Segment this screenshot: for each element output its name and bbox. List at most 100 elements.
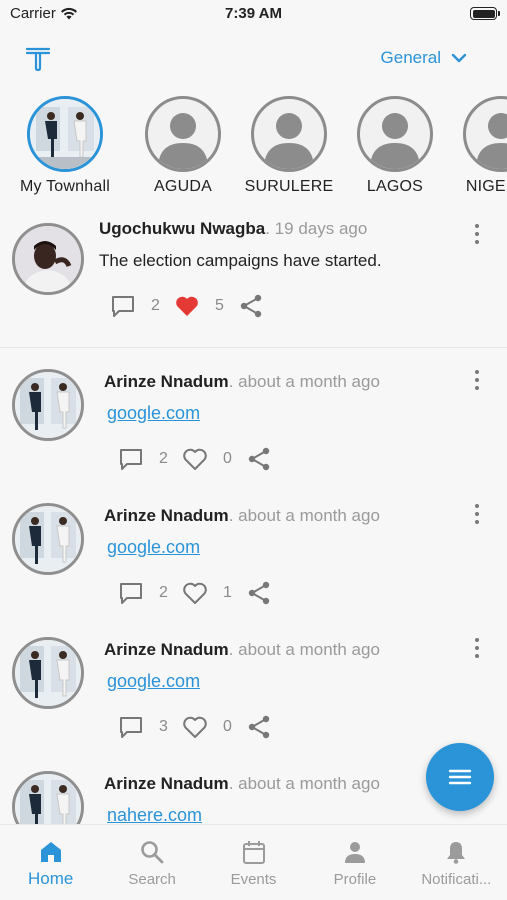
tab-label: Profile (333, 871, 377, 888)
author-name[interactable]: Arinze Nnadum (104, 774, 229, 793)
status-time: 7:39 AM (225, 5, 282, 22)
post-actions: 3 0 (117, 713, 273, 741)
story-lagos[interactable]: LAGOS (342, 96, 448, 201)
like-count: 1 (223, 584, 232, 601)
comment-icon[interactable] (117, 579, 145, 607)
author-avatar[interactable] (12, 637, 84, 709)
app-screen: Carrier 7:39 AM General My Townhall AGUD… (0, 0, 507, 900)
author-avatar[interactable] (12, 369, 84, 441)
heart-outline-icon[interactable] (181, 579, 209, 607)
author-avatar[interactable] (12, 223, 84, 295)
comment-count: 2 (159, 450, 168, 467)
post-actions: 2 1 (117, 579, 273, 607)
story-label: AGUDA (154, 178, 212, 195)
search-icon (141, 841, 164, 864)
post-card: Arinze Nnadum. about a month ago google.… (0, 616, 507, 750)
post-actions: 2 0 (117, 445, 273, 473)
post-text: The election campaigns have started. (99, 251, 382, 270)
post-link[interactable]: google.com (107, 403, 200, 424)
post-card: Arinze Nnadum. about a month ago google.… (0, 482, 507, 616)
chevron-down-icon (451, 53, 467, 63)
story-label: NIGERI... (465, 178, 507, 195)
author-avatar[interactable] (12, 771, 84, 825)
tab-label: Home (28, 869, 74, 888)
comment-icon[interactable] (117, 445, 145, 473)
share-icon[interactable] (237, 292, 265, 320)
more-options-icon[interactable] (473, 638, 481, 660)
comment-icon[interactable] (117, 713, 145, 741)
comment-count: 3 (159, 718, 168, 735)
tab-home[interactable]: Home (0, 825, 101, 900)
more-options-icon[interactable] (473, 224, 481, 246)
comment-count: 2 (159, 584, 168, 601)
tab-profile[interactable]: Profile (304, 825, 405, 900)
placeholder-avatar-icon (145, 96, 221, 172)
story-my-townhall[interactable]: My Townhall (0, 96, 130, 201)
author-name[interactable]: Ugochukwu Nwagba (99, 219, 265, 238)
placeholder-avatar-icon (357, 96, 433, 172)
comment-icon[interactable] (109, 292, 137, 320)
share-icon[interactable] (245, 445, 273, 473)
story-label: My Townhall (20, 178, 110, 195)
battery-icon (470, 7, 500, 20)
home-icon (40, 842, 61, 862)
post-author-line: Arinze Nnadum. about a month ago (104, 372, 380, 392)
post-author-line: Arinze Nnadum. about a month ago (104, 640, 380, 660)
author-name[interactable]: Arinze Nnadum (104, 506, 229, 525)
placeholder-avatar-icon (463, 96, 507, 172)
status-bar: Carrier 7:39 AM (0, 0, 507, 30)
person-icon (344, 842, 365, 863)
calendar-icon (242, 841, 265, 864)
heart-outline-icon[interactable] (181, 713, 209, 741)
post-link[interactable]: nahere.com (107, 805, 202, 825)
tab-notifications[interactable]: Notificati... (406, 825, 507, 900)
story-aguda[interactable]: AGUDA (130, 96, 236, 201)
bell-icon (447, 842, 466, 864)
menu-icon (448, 769, 472, 785)
heart-outline-icon[interactable] (181, 445, 209, 473)
townhall-stories: My Townhall AGUDA SURULERE LAGOS NIGERI.… (0, 96, 507, 201)
more-options-icon[interactable] (473, 504, 481, 526)
tab-search[interactable]: Search (101, 825, 202, 900)
post-timestamp: . about a month ago (228, 640, 380, 659)
townhall-logo-icon[interactable] (24, 44, 52, 72)
comment-count: 2 (151, 297, 160, 314)
share-icon[interactable] (245, 579, 273, 607)
placeholder-avatar-icon (251, 96, 327, 172)
tab-label: Events (230, 871, 277, 888)
post-link[interactable]: google.com (107, 537, 200, 558)
post-author-line: Arinze Nnadum. about a month ago (104, 506, 380, 526)
tab-events[interactable]: Events (203, 825, 304, 900)
post-author-line: Ugochukwu Nwagba. 19 days ago (99, 219, 367, 239)
menu-fab-button[interactable] (426, 743, 494, 811)
author-name[interactable]: Arinze Nnadum (104, 372, 229, 391)
story-nigeria[interactable]: NIGERI... (448, 96, 507, 201)
tab-label: Notificati... (421, 871, 492, 888)
tab-label: Search (128, 871, 176, 888)
more-options-icon[interactable] (473, 370, 481, 392)
post-card: Ugochukwu Nwagba. 19 days ago The electi… (0, 205, 507, 347)
author-name[interactable]: Arinze Nnadum (104, 640, 229, 659)
like-count: 5 (215, 297, 224, 314)
share-icon[interactable] (245, 713, 273, 741)
like-count: 0 (223, 718, 232, 735)
post-feed[interactable]: Ugochukwu Nwagba. 19 days ago The electi… (0, 205, 507, 825)
post-link[interactable]: google.com (107, 671, 200, 692)
like-count: 0 (223, 450, 232, 467)
post-timestamp: . about a month ago (228, 774, 380, 793)
post-card: Arinze Nnadum. about a month ago google.… (0, 348, 507, 482)
post-author-line: Arinze Nnadum. about a month ago (104, 774, 380, 794)
post-timestamp: . 19 days ago (265, 219, 368, 238)
post-timestamp: . about a month ago (228, 372, 380, 391)
story-label: LAGOS (366, 178, 424, 195)
post-timestamp: . about a month ago (228, 506, 380, 525)
author-avatar[interactable] (12, 503, 84, 575)
category-label: General (380, 48, 441, 67)
bottom-tab-bar: Home Search Events Profile Notificati... (0, 824, 507, 900)
story-label: SURULERE (244, 178, 334, 195)
heart-filled-icon[interactable] (173, 292, 201, 320)
my-townhall-avatar (27, 96, 103, 172)
post-actions: 2 5 (109, 292, 265, 320)
category-dropdown[interactable]: General (381, 48, 467, 68)
story-surulere[interactable]: SURULERE (236, 96, 342, 201)
